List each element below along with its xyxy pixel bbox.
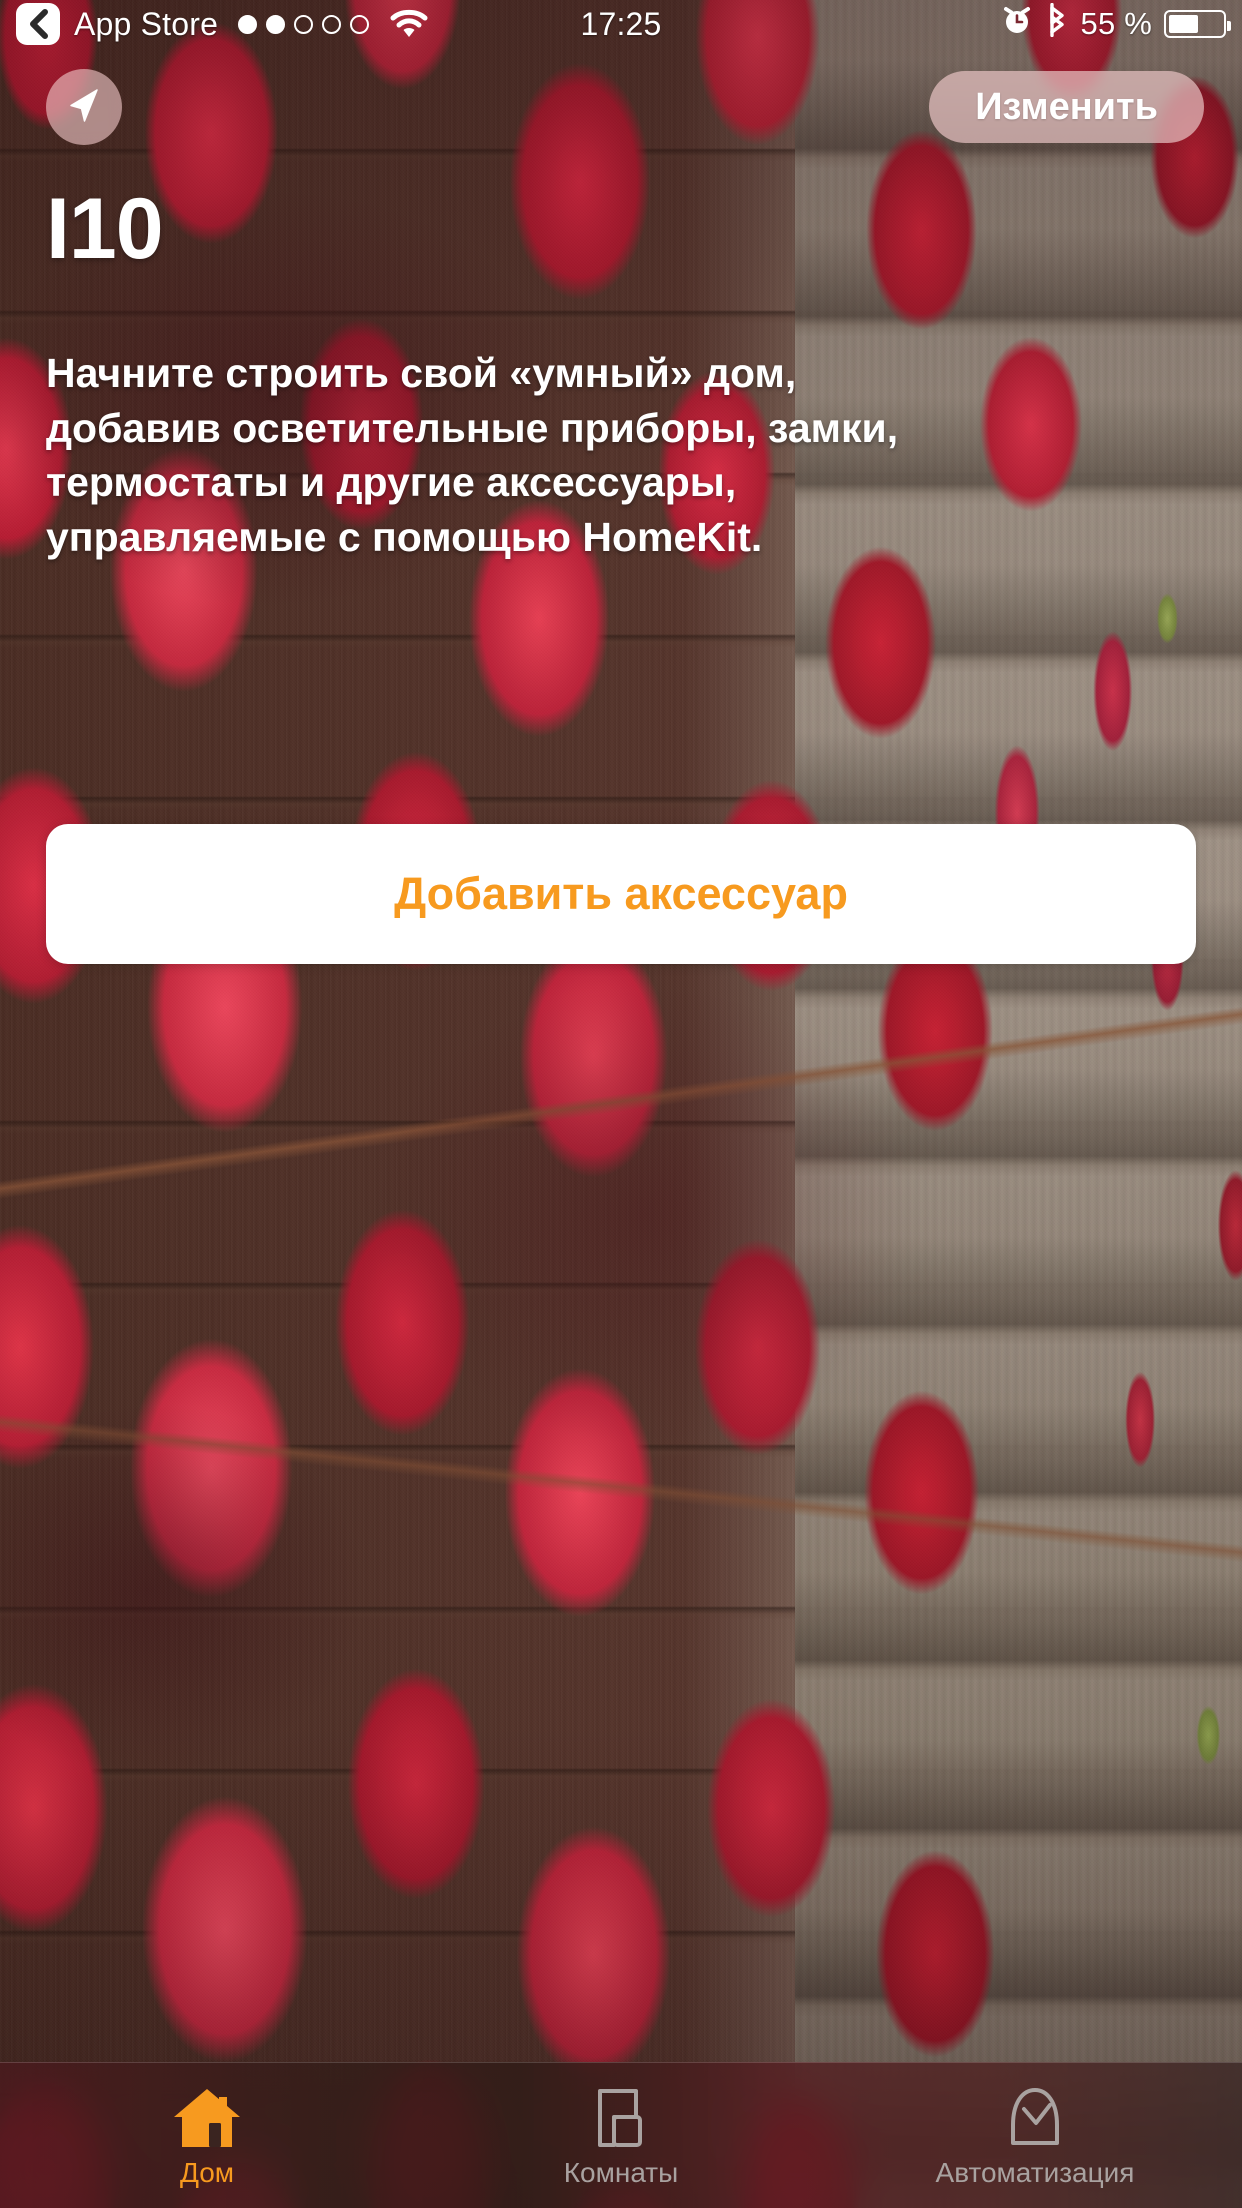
battery-icon <box>1164 10 1231 38</box>
page-title: I10 <box>46 181 164 277</box>
hero-section: I10 Начните строить свой «умный» дом, до… <box>46 186 1196 564</box>
clock-outline-icon <box>998 2081 1072 2151</box>
add-accessory-label: Добавить аксессуар <box>394 868 848 919</box>
house-filled-icon <box>170 2081 244 2151</box>
add-accessory-button[interactable]: Добавить аксессуар <box>46 824 1196 964</box>
tab-rooms[interactable]: Комнаты <box>414 2063 828 2208</box>
intro-line: добавив осветительные приборы, замки, <box>46 404 899 451</box>
status-bar: App Store 17:25 55 % <box>0 0 1242 48</box>
tab-automation[interactable]: Автоматизация <box>828 2063 1242 2208</box>
location-arrow-icon <box>61 82 107 133</box>
tab-home-label: Дом <box>179 2157 235 2188</box>
intro-line: термостаты и другие аксессуары, <box>46 459 737 506</box>
location-arrow-button[interactable] <box>46 69 122 145</box>
intro-paragraph: Начните строить свой «умный» дом, добави… <box>46 346 1046 564</box>
home-app-screen: App Store 17:25 55 % Изменить I10 Начнит… <box>0 0 1242 2208</box>
tab-home[interactable]: Дом <box>0 2063 414 2208</box>
intro-line: Начните строить свой «умный» дом, <box>46 350 797 396</box>
home-header: Изменить <box>0 62 1242 152</box>
edit-button[interactable]: Изменить <box>929 71 1204 143</box>
clock: 17:25 <box>580 5 662 42</box>
tab-automation-label: Автоматизация <box>935 2157 1135 2188</box>
rooms-outline-icon <box>584 2081 658 2151</box>
tab-rooms-label: Комнаты <box>563 2157 679 2188</box>
intro-line: управляемые с помощью HomeKit. <box>46 513 763 560</box>
battery-fill <box>1169 15 1198 33</box>
tab-bar: Дом Комнаты Автоматизация <box>0 2062 1242 2208</box>
edit-button-label: Изменить <box>975 85 1158 128</box>
